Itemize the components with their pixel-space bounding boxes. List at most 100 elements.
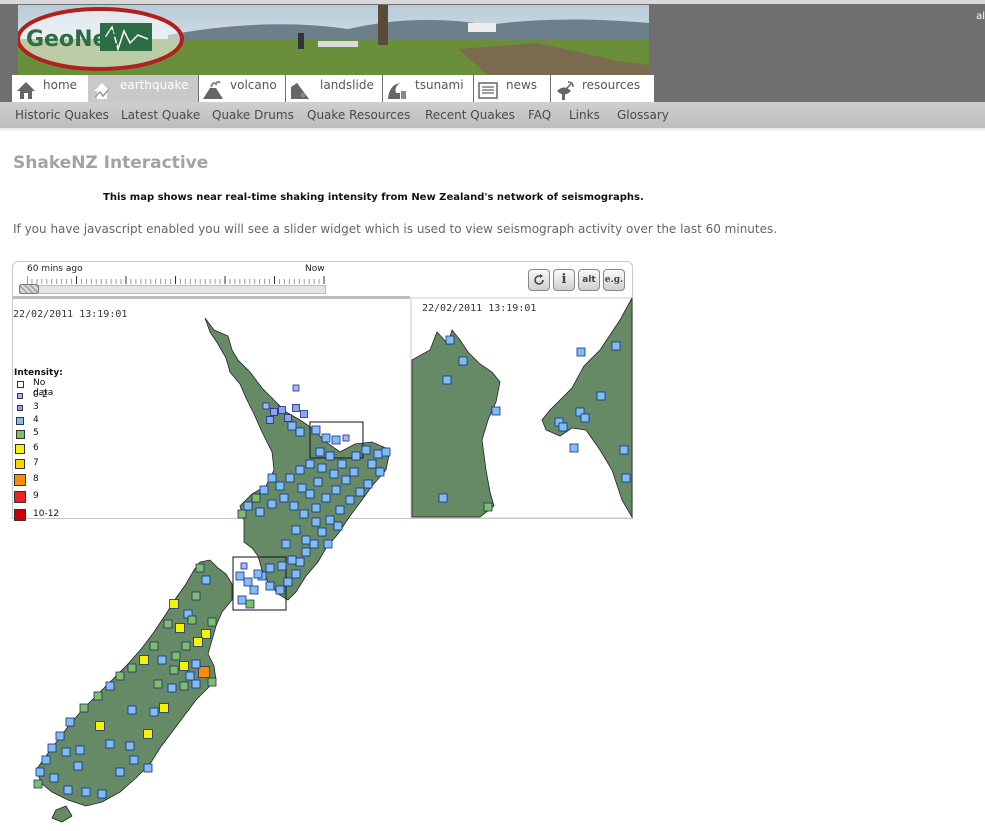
station-marker[interactable]	[93, 691, 103, 701]
station-marker[interactable]	[325, 515, 335, 525]
station-marker[interactable]	[159, 703, 169, 713]
station-marker[interactable]	[157, 655, 167, 665]
station-marker[interactable]	[287, 555, 297, 565]
station-marker[interactable]	[329, 469, 339, 479]
station-marker[interactable]	[171, 651, 181, 661]
station-marker[interactable]	[179, 661, 189, 671]
station-marker[interactable]	[255, 507, 265, 517]
station-marker[interactable]	[295, 557, 305, 567]
station-marker[interactable]	[253, 569, 263, 579]
station-marker[interactable]	[355, 487, 365, 497]
station-marker[interactable]	[259, 485, 269, 495]
station-marker[interactable]	[73, 761, 83, 771]
station-marker[interactable]	[278, 406, 286, 414]
station-marker[interactable]	[311, 517, 321, 527]
station-marker[interactable]	[35, 767, 45, 777]
station-marker[interactable]	[49, 773, 59, 783]
station-marker[interactable]	[291, 525, 301, 535]
station-marker[interactable]	[127, 663, 137, 673]
station-marker[interactable]	[287, 421, 297, 431]
station-marker[interactable]	[143, 763, 153, 773]
station-marker[interactable]	[105, 739, 115, 749]
station-marker[interactable]	[569, 443, 579, 453]
station-marker[interactable]	[265, 563, 275, 573]
station-marker[interactable]	[596, 391, 606, 401]
station-marker[interactable]	[245, 599, 255, 609]
station-marker[interactable]	[611, 341, 621, 351]
station-marker[interactable]	[277, 561, 287, 571]
station-marker[interactable]	[576, 347, 586, 357]
station-marker[interactable]	[262, 402, 270, 410]
station-marker[interactable]	[139, 655, 149, 665]
station-marker[interactable]	[619, 445, 629, 455]
station-marker[interactable]	[249, 585, 259, 595]
station-marker[interactable]	[265, 581, 275, 591]
station-marker[interactable]	[153, 679, 163, 689]
station-marker[interactable]	[299, 509, 309, 519]
station-marker[interactable]	[275, 585, 285, 595]
station-marker[interactable]	[345, 495, 355, 505]
station-marker[interactable]	[621, 473, 631, 483]
station-marker[interactable]	[143, 729, 153, 739]
station-marker[interactable]	[63, 785, 73, 795]
station-marker[interactable]	[55, 731, 65, 741]
station-marker[interactable]	[115, 671, 125, 681]
station-marker[interactable]	[169, 599, 179, 609]
station-marker[interactable]	[33, 779, 43, 789]
station-marker[interactable]	[47, 743, 57, 753]
station-marker[interactable]	[381, 447, 391, 457]
station-marker[interactable]	[125, 741, 135, 751]
station-marker[interactable]	[75, 745, 85, 755]
station-marker[interactable]	[237, 595, 247, 605]
station-marker[interactable]	[266, 416, 274, 424]
station-marker[interactable]	[97, 789, 107, 799]
station-marker[interactable]	[491, 406, 501, 416]
station-marker[interactable]	[251, 493, 261, 503]
station-marker[interactable]	[335, 505, 345, 515]
station-marker[interactable]	[149, 641, 159, 651]
station-marker[interactable]	[351, 451, 361, 461]
station-marker[interactable]	[313, 477, 323, 487]
station-marker[interactable]	[279, 493, 289, 503]
station-marker[interactable]	[337, 459, 347, 469]
station-marker[interactable]	[284, 414, 292, 422]
station-marker[interactable]	[127, 705, 137, 715]
station-marker[interactable]	[331, 485, 341, 495]
station-marker[interactable]	[361, 445, 371, 455]
station-marker[interactable]	[333, 521, 343, 531]
station-marker[interactable]	[289, 501, 299, 511]
station-marker[interactable]	[292, 404, 300, 412]
station-marker[interactable]	[317, 463, 327, 473]
station-marker[interactable]	[363, 479, 373, 489]
station-marker[interactable]	[95, 721, 105, 731]
station-marker[interactable]	[275, 481, 285, 491]
station-marker[interactable]	[240, 562, 248, 570]
station-marker[interactable]	[342, 434, 350, 442]
station-marker[interactable]	[445, 335, 455, 345]
station-marker[interactable]	[207, 617, 217, 627]
station-marker[interactable]	[321, 493, 331, 503]
station-marker[interactable]	[129, 755, 139, 765]
station-marker[interactable]	[163, 619, 173, 629]
station-marker[interactable]	[323, 539, 333, 549]
station-marker[interactable]	[375, 467, 385, 477]
station-marker[interactable]	[305, 459, 315, 469]
station-marker[interactable]	[41, 755, 51, 765]
station-marker[interactable]	[267, 499, 277, 509]
station-marker[interactable]	[193, 637, 203, 647]
station-marker[interactable]	[185, 671, 195, 681]
station-marker[interactable]	[442, 375, 452, 385]
station-marker[interactable]	[243, 577, 253, 587]
station-marker[interactable]	[237, 509, 247, 519]
station-marker[interactable]	[292, 384, 300, 392]
station-marker[interactable]	[295, 465, 305, 475]
station-marker[interactable]	[558, 422, 568, 432]
station-marker[interactable]	[283, 577, 293, 587]
station-marker[interactable]	[281, 539, 291, 549]
station-marker[interactable]	[309, 539, 319, 549]
station-marker[interactable]	[169, 665, 179, 675]
station-marker[interactable]	[317, 527, 327, 537]
station-marker[interactable]	[311, 425, 321, 435]
station-marker[interactable]	[115, 767, 125, 777]
station-marker[interactable]	[373, 449, 383, 459]
